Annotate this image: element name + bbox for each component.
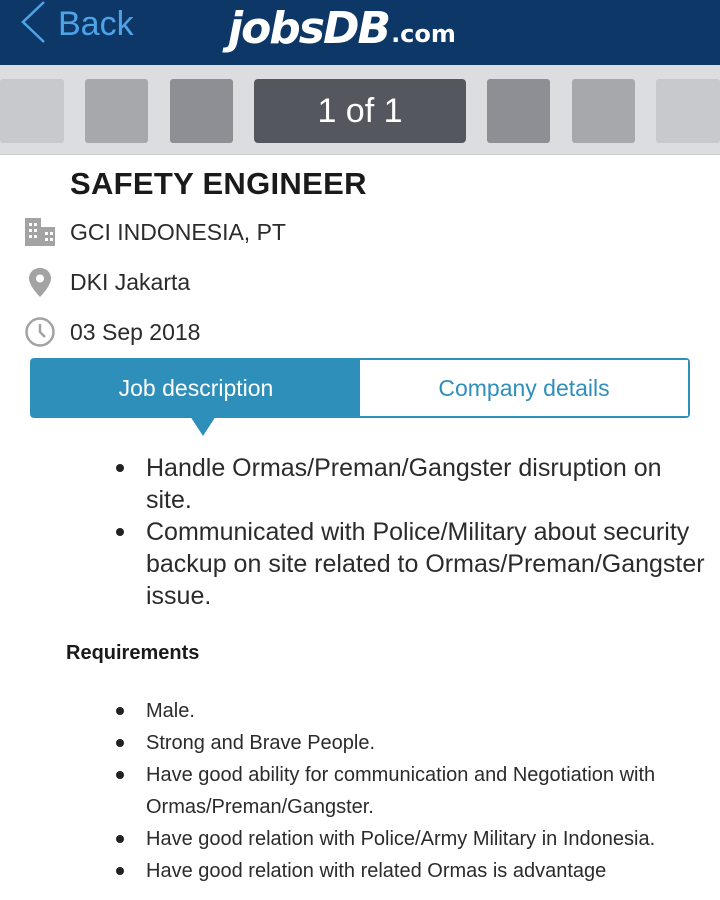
description-list: Handle Ormas/Preman/Gangster disruption … bbox=[110, 452, 710, 612]
active-tab-pointer bbox=[190, 416, 216, 436]
pager-thumb[interactable] bbox=[572, 79, 635, 143]
requirements-heading: Requirements bbox=[66, 642, 200, 664]
list-item: Have good relation with Police/Army Mili… bbox=[110, 823, 710, 855]
list-item: Have good relation with related Ormas is… bbox=[110, 855, 710, 887]
job-title: SAFETY ENGINEER bbox=[70, 166, 367, 201]
date-row: 03 Sep 2018 bbox=[24, 316, 200, 348]
pager-thumb[interactable] bbox=[487, 79, 550, 143]
tab-job-description[interactable]: Job description bbox=[32, 360, 360, 416]
detail-tabs: Job description Company details bbox=[30, 358, 690, 418]
app-header: Back jobsDB .com bbox=[0, 0, 720, 65]
list-item: Have good ability for communication and … bbox=[110, 759, 710, 823]
map-pin-icon bbox=[24, 266, 56, 298]
tab-company-details[interactable]: Company details bbox=[360, 360, 688, 416]
back-label: Back bbox=[58, 4, 134, 43]
clock-icon bbox=[24, 316, 56, 348]
list-item: Male. bbox=[110, 695, 710, 727]
location-row: DKI Jakarta bbox=[24, 266, 190, 298]
back-button[interactable]: Back bbox=[18, 0, 134, 48]
posted-date: 03 Sep 2018 bbox=[70, 318, 201, 345]
pager-thumb[interactable] bbox=[0, 79, 64, 143]
list-item: Communicated with Police/Military about … bbox=[110, 516, 710, 612]
logo-suffix: .com bbox=[391, 20, 456, 48]
chevron-left-icon bbox=[18, 0, 48, 50]
list-item: Strong and Brave People. bbox=[110, 727, 710, 759]
location-text: DKI Jakarta bbox=[70, 268, 191, 295]
building-icon bbox=[24, 216, 56, 248]
company-name[interactable]: GCI INDONESIA, PT bbox=[70, 219, 286, 246]
pager-counter: 1 of 1 bbox=[254, 79, 466, 143]
job-pager: 1 of 1 bbox=[0, 65, 720, 155]
logo-text: jobsDB bbox=[228, 3, 391, 54]
requirements-list: Male. Strong and Brave People. Have good… bbox=[110, 695, 710, 887]
jobsdb-logo: jobsDB .com bbox=[228, 2, 456, 54]
pager-thumb[interactable] bbox=[656, 79, 720, 143]
list-item: Handle Ormas/Preman/Gangster disruption … bbox=[110, 452, 710, 516]
company-row: GCI INDONESIA, PT bbox=[24, 216, 286, 248]
pager-thumb[interactable] bbox=[85, 79, 148, 143]
pager-thumb[interactable] bbox=[170, 79, 233, 143]
